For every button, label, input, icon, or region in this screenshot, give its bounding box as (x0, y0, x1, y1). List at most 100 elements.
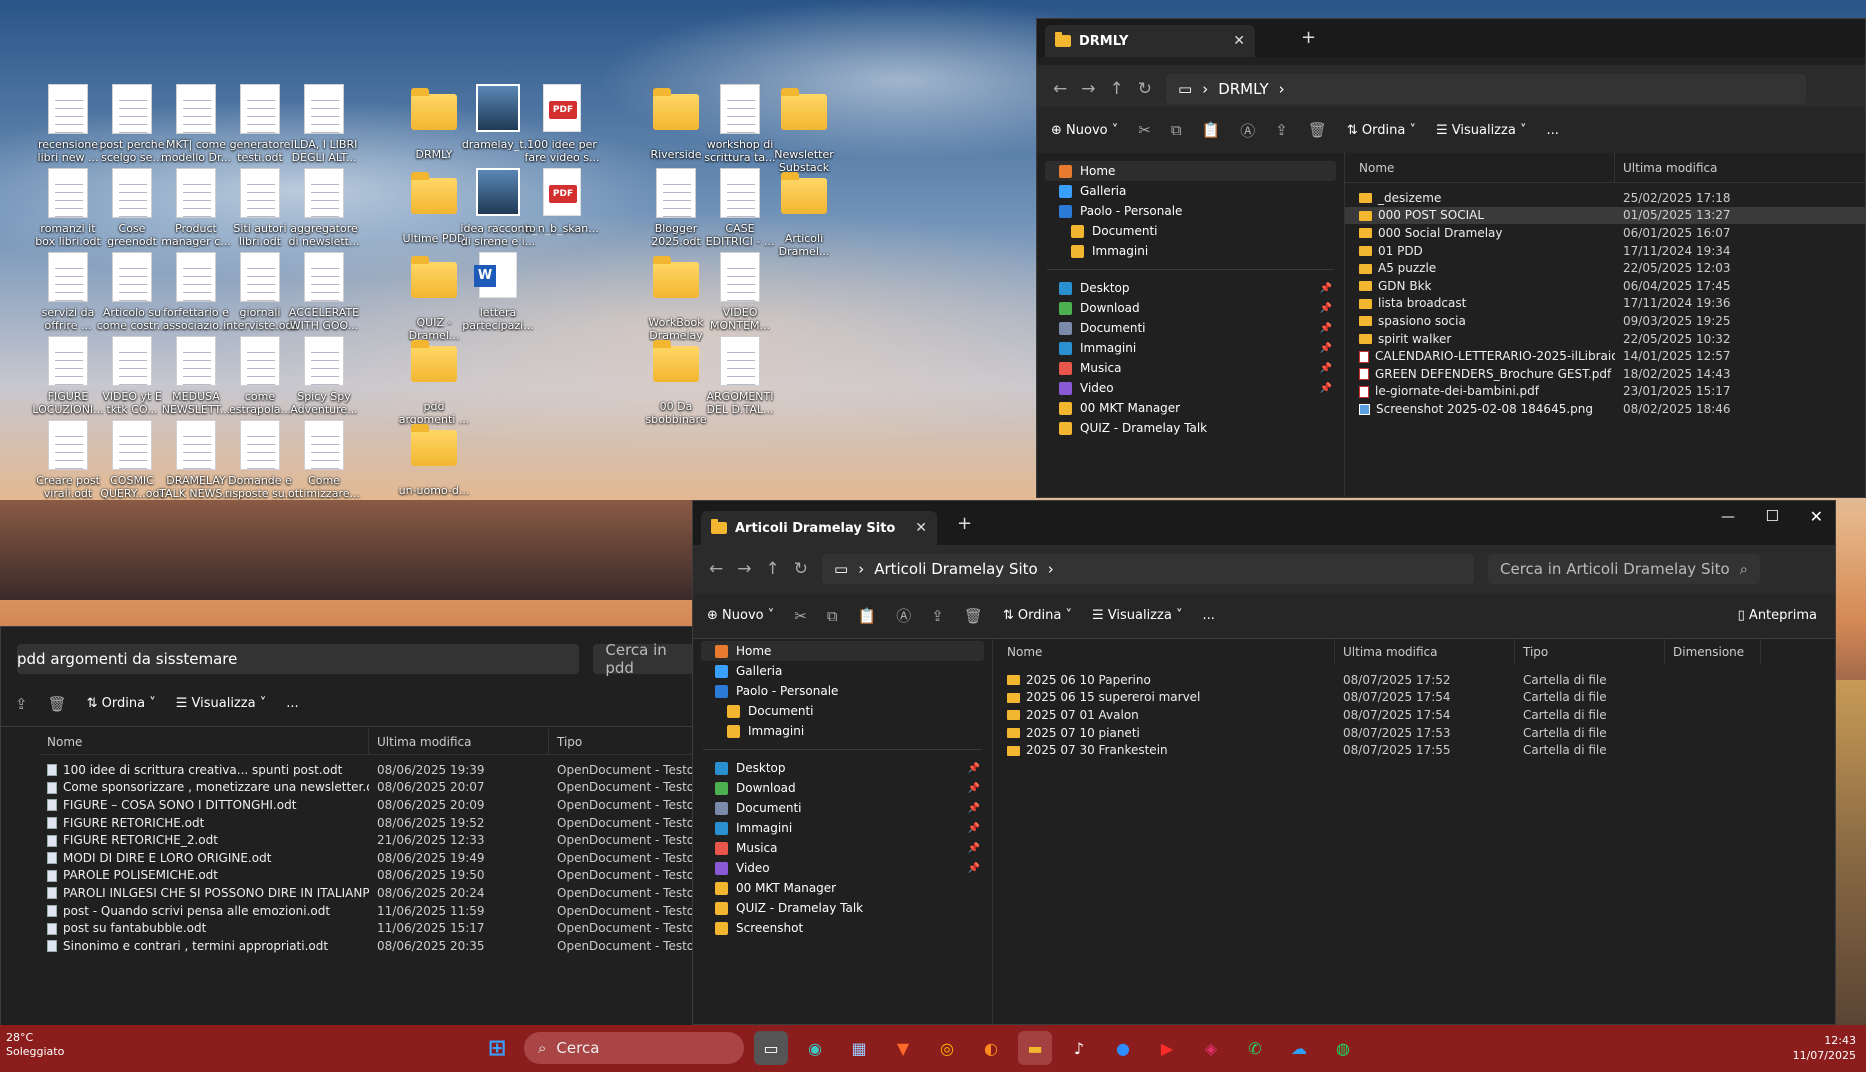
desktop-icon-folder[interactable]: Newsletter Substack (766, 84, 842, 174)
search-input[interactable]: Cerca in Articoli Dramelay Sito ⌕ (1488, 554, 1760, 584)
table-row[interactable]: 2025 07 01 Avalon 08/07/2025 17:54 Cartell… (999, 706, 1835, 724)
nav-item[interactable]: Galleria (693, 661, 992, 681)
new-tab-icon[interactable]: + (957, 513, 972, 534)
desktop-icon-doc[interactable]: ARGOMENTI DEL D.TAL... (702, 336, 778, 416)
table-row[interactable]: 000 POST SOCIAL 01/05/2025 13:27 (1345, 206, 1865, 225)
col-name[interactable]: Nome (999, 639, 1335, 665)
nav-item[interactable]: QUIZ - Dramelay Talk (1037, 418, 1344, 438)
nav-item[interactable]: Desktop 📌 (693, 758, 992, 778)
nav-item[interactable]: Musica 📌 (1037, 358, 1344, 378)
nav-item[interactable]: QUIZ - Dramelay Talk (693, 898, 992, 918)
table-row[interactable]: 2025 06 10 Paperino 08/07/2025 17:52 Carte… (999, 671, 1835, 689)
system-clock[interactable]: 12:43 11/07/2025 (1793, 1033, 1856, 1063)
taskbar-search[interactable]: ⌕ Cerca (524, 1032, 744, 1064)
desktop-icon-doc[interactable]: Spicy Spy Adventure... (286, 336, 362, 416)
instagram-icon[interactable]: ◈ (1194, 1031, 1228, 1065)
spotify-icon[interactable]: ◍ (1326, 1031, 1360, 1065)
table-row[interactable]: FIGURE – COSA SONO I DITTONGHI.odt 08/06/… (39, 796, 699, 814)
table-row[interactable]: A5 puzzle 22/05/2025 12:03 (1345, 259, 1865, 277)
back-icon[interactable]: ← (1053, 79, 1067, 99)
more-button[interactable]: ... (1202, 608, 1214, 623)
table-row[interactable]: FIGURE RETORICHE.odt 08/06/2025 19:52 Open… (39, 814, 699, 832)
minimize-icon[interactable]: — (1721, 509, 1735, 525)
desktop-icon-pdf[interactable]: n_n_b_skan... (524, 168, 600, 235)
table-row[interactable]: GDN Bkk 06/04/2025 17:45 (1345, 277, 1865, 295)
search-input[interactable]: Cerca in pdd (593, 641, 699, 677)
cut-icon[interactable]: ✂ (794, 607, 807, 625)
table-row[interactable]: Sinonimo e contrari , termini appropriat… (39, 937, 699, 955)
table-row[interactable]: PAROLI INLGESI CHE SI POSSONO DIRE IN IT… (39, 884, 699, 902)
table-row[interactable]: 100 idee di scrittura creativa... spunti… (39, 761, 699, 779)
desktop-icon-doc[interactable]: ACCELERATE WITH GOO... (286, 252, 362, 332)
table-row[interactable]: lista broadcast 17/11/2024 19:36 (1345, 295, 1865, 313)
table-row[interactable]: GREEN DEFENDERS_Brochure GEST.pdf 18/02/2… (1345, 365, 1865, 383)
forward-icon[interactable]: → (1081, 79, 1095, 99)
tab-drmly[interactable]: DRMLY ✕ (1045, 25, 1255, 57)
maximize-icon[interactable]: ☐ (1766, 507, 1779, 525)
desktop-icon-word[interactable]: lettera partecipazi... (460, 252, 536, 332)
table-row[interactable]: Come sponsorizzare , monetizzare una new… (39, 779, 699, 797)
start-icon[interactable]: ⊞ (480, 1031, 514, 1065)
calculator-icon[interactable]: ▦ (842, 1031, 876, 1065)
nav-item[interactable]: Paolo - Personale (1037, 201, 1344, 221)
table-row[interactable]: 2025 07 10 pianeti 08/07/2025 17:53 Cartel… (999, 724, 1835, 742)
nav-item[interactable]: Download 📌 (693, 778, 992, 798)
youtube-icon[interactable]: ▶ (1150, 1031, 1184, 1065)
nav-item[interactable]: Desktop 📌 (1037, 278, 1344, 298)
new-button[interactable]: ⊕ Nuovo ˅ (1051, 123, 1118, 138)
nav-item[interactable]: Video 📌 (1037, 378, 1344, 398)
rename-icon[interactable]: Ⓐ (1240, 120, 1255, 141)
table-row[interactable]: PAROLE POLISEMICHE.odt 08/06/2025 19:50 Op… (39, 867, 699, 885)
table-row[interactable]: post su fantabubble.odt 11/06/2025 15:17 O… (39, 919, 699, 937)
nav-item[interactable]: Paolo - Personale (693, 681, 992, 701)
nav-item[interactable]: Immagini (693, 721, 992, 741)
col-date[interactable]: Ultima modifica (369, 729, 549, 754)
task-view-icon[interactable]: ▭ (754, 1031, 788, 1065)
nav-item[interactable]: Screenshot (693, 918, 992, 938)
firefox-icon[interactable]: ◐ (974, 1031, 1008, 1065)
brave-icon[interactable]: ▼ (886, 1031, 920, 1065)
share-icon[interactable]: ⇪ (931, 607, 944, 625)
more-button[interactable]: ... (286, 696, 298, 711)
zoom-icon[interactable]: ● (1106, 1031, 1140, 1065)
nav-item[interactable]: Home (701, 641, 984, 661)
breadcrumb[interactable]: ▭ › DRMLY › (1166, 74, 1806, 104)
desktop-icon-doc[interactable]: ILDA, I LIBRI DEGLI ALT... (286, 84, 362, 164)
close-tab-icon[interactable]: ✕ (1233, 33, 1245, 49)
nav-item[interactable]: Immagini (1037, 241, 1344, 261)
col-type[interactable]: Tipo (549, 729, 699, 754)
desktop-icon-doc[interactable]: Come ottimizzare... (286, 420, 362, 500)
close-window-icon[interactable]: ✕ (1810, 507, 1823, 526)
table-row[interactable]: le-giornate-dei-bambini.pdf 23/01/2025 15… (1345, 383, 1865, 401)
nav-item[interactable]: Immagini 📌 (693, 818, 992, 838)
weather-app-icon[interactable]: ☁ (1282, 1031, 1316, 1065)
nav-item[interactable]: Documenti (693, 701, 992, 721)
desktop-icon-folder[interactable]: un-uomo-d... (396, 420, 472, 497)
desktop-icon-folder[interactable]: pdd argomenti ... (396, 336, 472, 426)
up-icon[interactable]: ↑ (1110, 79, 1124, 99)
nav-item[interactable]: Download 📌 (1037, 298, 1344, 318)
table-row[interactable]: _desizeme 25/02/2025 17:18 (1345, 189, 1865, 207)
sort-button[interactable]: ⇅ Ordina ˅ (1003, 608, 1072, 623)
desktop-icon-doc[interactable]: aggregatore di newslett... (286, 168, 362, 248)
desktop-icon-pdf[interactable]: 100 idee per fare video s... (524, 84, 600, 164)
nav-item[interactable]: Documenti 📌 (1037, 318, 1344, 338)
nav-item[interactable]: 00 MKT Manager (693, 878, 992, 898)
cut-icon[interactable]: ✂ (1138, 121, 1151, 139)
nav-item[interactable]: Galleria (1037, 181, 1344, 201)
table-row[interactable]: MODI DI DIRE E LORO ORIGINE.odt 08/06/202… (39, 849, 699, 867)
table-row[interactable]: 01 PDD 17/11/2024 19:34 (1345, 242, 1865, 260)
breadcrumb[interactable]: pdd argomenti da sisstemare (17, 644, 580, 674)
refresh-icon[interactable]: ↻ (794, 559, 808, 579)
nav-item[interactable]: 00 MKT Manager (1037, 398, 1344, 418)
col-date[interactable]: Ultima modifica (1335, 639, 1515, 665)
weather-widget[interactable]: 28°C Soleggiato (6, 1031, 64, 1059)
share-icon[interactable]: ⇪ (1275, 121, 1288, 139)
copy-icon[interactable]: ⧉ (1171, 121, 1182, 139)
sort-button[interactable]: ⇅ Ordina ˅ (87, 696, 156, 711)
delete-icon[interactable]: 🗑 (48, 695, 67, 713)
paste-icon[interactable]: 📋 (858, 607, 877, 625)
tab-articoli[interactable]: Articoli Dramelay Sito ✕ (701, 511, 937, 545)
col-name[interactable]: Nome (1345, 153, 1615, 182)
copy-icon[interactable]: ⧉ (827, 607, 838, 625)
